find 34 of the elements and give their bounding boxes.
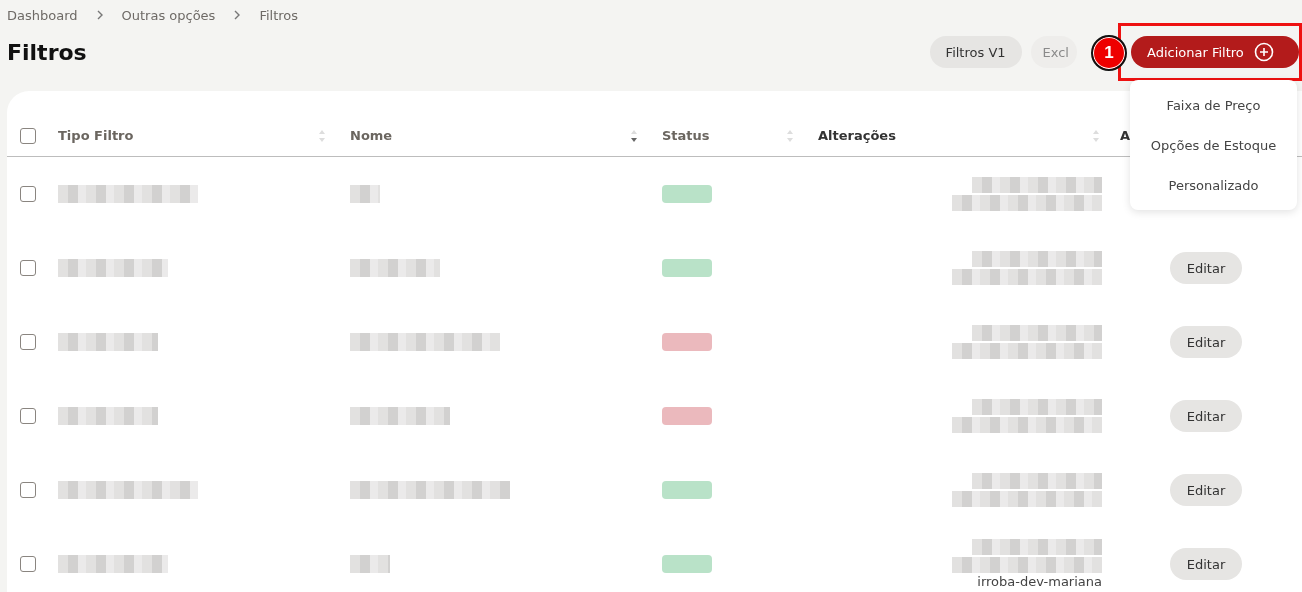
edit-button[interactable]: Editar [1170, 474, 1242, 506]
secondary-button[interactable]: Filtros V1 [929, 36, 1022, 68]
chevron-right-icon [95, 10, 104, 20]
chevron-right-icon [233, 10, 242, 20]
edit-button[interactable]: Editar [1170, 326, 1242, 358]
add-filter-button[interactable]: Adicionar Filtro [1131, 36, 1299, 68]
column-header[interactable]: Nome [350, 128, 393, 143]
breadcrumb-link[interactable]: Dashboard [7, 7, 78, 23]
redacted-text [350, 185, 380, 203]
step-number-badge: 1 [1091, 35, 1127, 71]
checkbox[interactable] [20, 482, 36, 498]
column-header[interactable]: Status [662, 128, 710, 143]
edit-button[interactable]: Editar [1170, 252, 1242, 284]
username-text: irroba-dev-mariana [977, 575, 1102, 589]
redacted-text [350, 555, 390, 573]
checkbox[interactable] [20, 260, 36, 276]
checkbox[interactable] [20, 127, 36, 144]
checkbox[interactable] [20, 556, 36, 572]
menu-item[interactable]: Faixa de Preço [1130, 85, 1297, 125]
column-header[interactable]: Tipo Filtro [58, 128, 134, 143]
menu-item[interactable]: Opções de Estoque [1130, 125, 1297, 165]
column-header[interactable]: A [1120, 128, 1131, 143]
column-header[interactable]: Alterações [818, 128, 896, 143]
edit-button[interactable]: Editar [1170, 548, 1242, 580]
breadcrumb-link[interactable]: Outras opções [121, 7, 216, 23]
checkbox[interactable] [20, 186, 36, 202]
sort-icon[interactable] [630, 128, 638, 143]
breadcrumb-link[interactable]: Filtros [259, 7, 299, 23]
checkbox[interactable] [20, 408, 36, 424]
checkbox[interactable] [20, 334, 36, 350]
menu-item[interactable]: Personalizado [1130, 165, 1297, 205]
page-title: Filtros [7, 39, 87, 65]
plus-circle-icon [1253, 42, 1274, 62]
edit-button[interactable]: Editar [1170, 400, 1242, 432]
